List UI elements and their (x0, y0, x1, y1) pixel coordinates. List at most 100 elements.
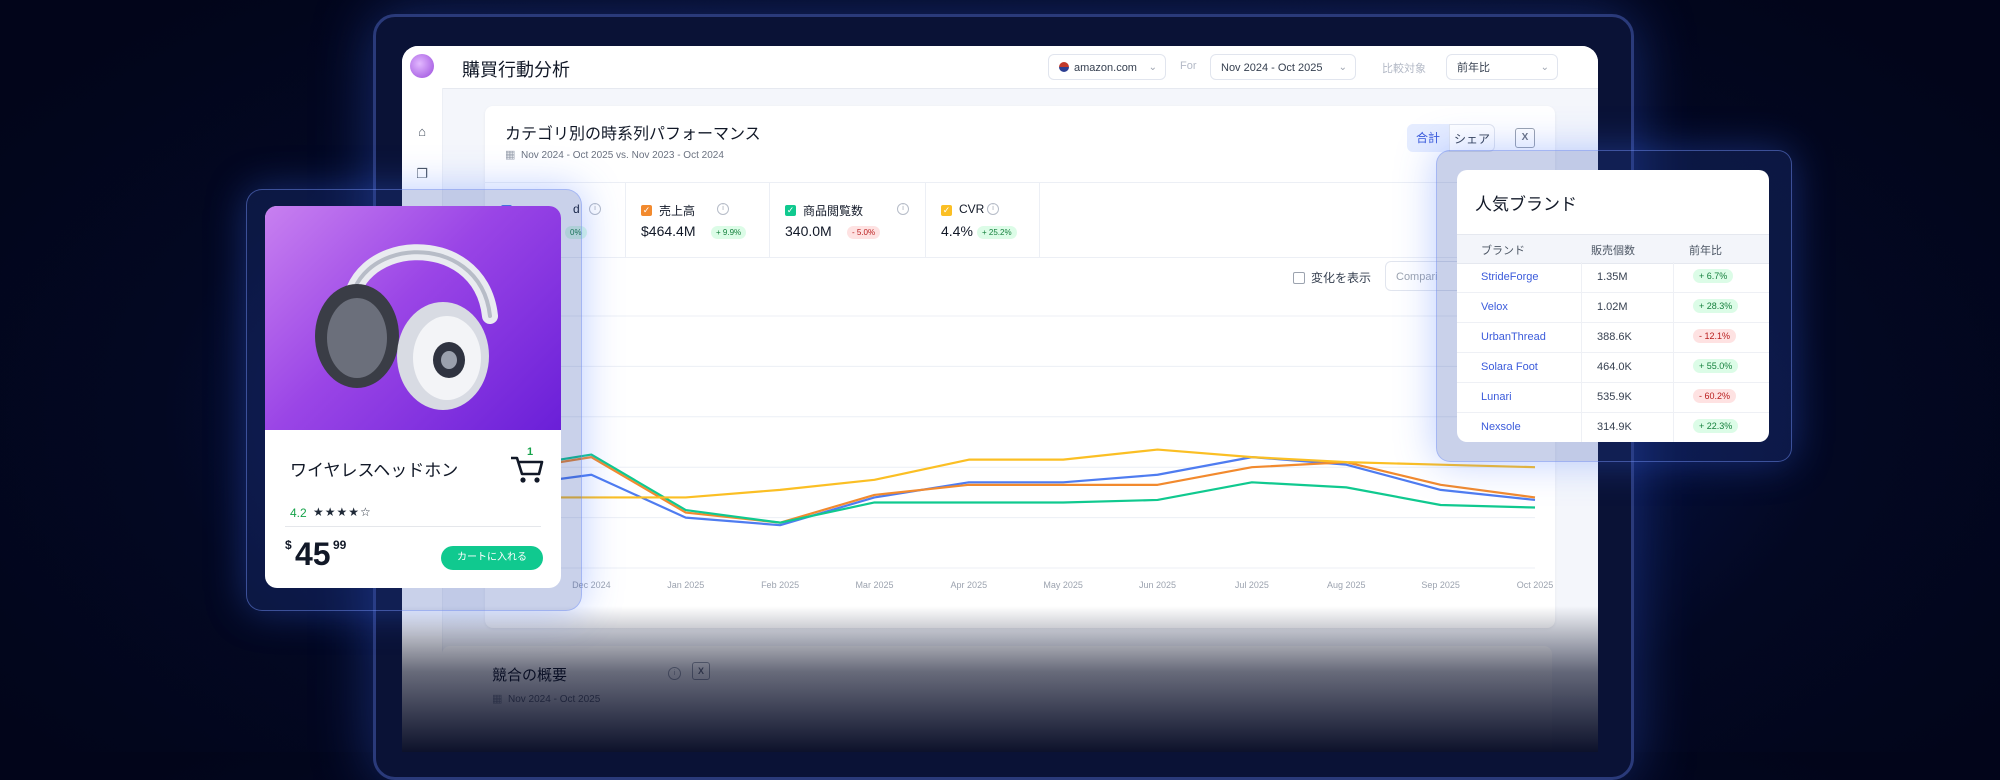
chevron-down-icon: ⌄ (1148, 62, 1157, 73)
column-header[interactable]: ブランド (1481, 242, 1525, 258)
table-row[interactable]: Velox 1.02M + 28.3% (1457, 292, 1769, 323)
brand-units: 535.9K (1597, 391, 1632, 403)
column-divider (1673, 322, 1674, 352)
home-icon[interactable]: ⌂ (412, 122, 432, 142)
metric-cvr[interactable]: ✓ CVR i 4.4% + 25.2% (925, 183, 1040, 257)
column-divider (1673, 352, 1674, 382)
compare-select[interactable]: 前年比 ⌄ (1446, 54, 1558, 80)
checkbox-checked-icon[interactable]: ✓ (941, 205, 952, 216)
brand-units: 1.35M (1597, 271, 1628, 283)
brand-name[interactable]: Solara Foot (1481, 361, 1538, 373)
table-row[interactable]: StrideForge 1.35M + 6.7% (1457, 262, 1769, 293)
column-divider (1581, 322, 1582, 352)
column-divider (1581, 352, 1582, 382)
timeseries-title: カテゴリ別の時系列パフォーマンス (505, 126, 761, 143)
date-range-value: Nov 2024 - Oct 2025 (1221, 62, 1323, 74)
series-line-2[interactable] (496, 453, 1536, 524)
date-range-select[interactable]: Nov 2024 - Oct 2025 ⌄ (1210, 54, 1356, 80)
timeseries-chart: Dec 2024 Jan 2025 Feb 2025 Mar 2025 Apr 2025… (496, 315, 1554, 590)
yoy-badge: + 55.0% (1693, 359, 1739, 373)
brand-panel-title: 人気ブランド (1475, 195, 1577, 214)
x-tick-label: Sep 2025 (1421, 580, 1460, 590)
excel-icon[interactable]: X (1515, 128, 1535, 148)
column-header[interactable]: 販売個数 (1591, 242, 1635, 258)
x-tick-label: May 2025 (1043, 580, 1083, 590)
column-header[interactable]: 前年比 (1689, 242, 1722, 258)
chevron-down-icon: ⌄ (1540, 62, 1549, 73)
brand-units: 388.6K (1597, 331, 1632, 343)
brand-units: 314.9K (1597, 421, 1632, 433)
excel-icon[interactable]: X (692, 662, 710, 680)
calendar-icon: ▦ (505, 149, 516, 161)
x-tick-label: Jul 2025 (1235, 580, 1269, 590)
competition-title: 競合の概要 (492, 667, 568, 684)
cart-count-badge: 1 (527, 446, 534, 458)
product-image (265, 206, 561, 430)
column-divider (1581, 412, 1582, 442)
x-tick-label: Apr 2025 (951, 580, 988, 590)
info-icon[interactable]: i (987, 203, 999, 215)
metric-sales[interactable]: ✓ 売上高 i $464.4M + 9.9% (625, 183, 770, 257)
table-row[interactable]: Lunari 535.9K - 60.2% (1457, 382, 1769, 413)
brand-name[interactable]: StrideForge (1481, 271, 1538, 283)
add-to-cart-button[interactable]: カートに入れる (441, 546, 543, 570)
chevron-down-icon: ⌄ (1338, 62, 1347, 73)
brand-name[interactable]: UrbanThread (1481, 331, 1546, 343)
metric-label: CVR (959, 202, 985, 216)
x-tick-label: Mar 2025 (855, 580, 893, 590)
column-divider (1673, 412, 1674, 442)
marketplace-value: amazon.com (1074, 62, 1137, 74)
brand-name[interactable]: Nexsole (1481, 421, 1521, 433)
info-icon[interactable]: i (589, 203, 601, 215)
yoy-badge: + 22.3% (1693, 419, 1739, 433)
metric-change-badge: - 5.0% (847, 226, 881, 239)
metric-label: 商品閲覧数 (803, 204, 864, 218)
checkbox-checked-icon[interactable]: ✓ (641, 205, 652, 216)
column-divider (1673, 262, 1674, 292)
x-tick-label: Feb 2025 (761, 580, 799, 590)
show-change-checkbox[interactable] (1293, 272, 1305, 284)
info-icon[interactable]: i (668, 667, 681, 680)
table-row[interactable]: UrbanThread 388.6K - 12.1% (1457, 322, 1769, 353)
compare-label: 比較対象 (1382, 63, 1426, 75)
compare-value: 前年比 (1457, 62, 1490, 74)
toggle-share[interactable]: シェア (1449, 124, 1495, 152)
price-main: 45 (295, 536, 331, 572)
table-row[interactable]: Nexsole 314.9K + 22.3% (1457, 412, 1769, 442)
price-cents: 99 (333, 538, 347, 552)
info-icon[interactable]: i (717, 203, 729, 215)
top-bar: 購買行動分析 amazon.com ⌄ For Nov 2024 - Oct 2… (402, 46, 1598, 89)
competition-card: 競合の概要 i X ▦ Nov 2024 - Oct 2025 (442, 646, 1552, 752)
metric-change-badge: + 9.9% (711, 226, 747, 239)
marketplace-select[interactable]: amazon.com ⌄ (1048, 54, 1166, 80)
brand-name[interactable]: Velox (1481, 301, 1508, 313)
for-label: For (1180, 60, 1197, 72)
column-divider (1673, 382, 1674, 412)
table-row[interactable]: Solara Foot 464.0K + 55.0% (1457, 352, 1769, 383)
metric-views[interactable]: ✓ 商品閲覧数 i 340.0M - 5.0% (769, 183, 926, 257)
calendar-icon: ▦ (492, 693, 503, 705)
x-tick-label: Oct 2025 (1517, 580, 1554, 590)
app-logo[interactable] (410, 54, 434, 78)
info-icon[interactable]: i (897, 203, 909, 215)
headphones-icon (315, 244, 498, 410)
column-divider (1581, 262, 1582, 292)
divider (285, 526, 541, 527)
us-flag-icon (1059, 62, 1069, 72)
yoy-badge: + 28.3% (1693, 299, 1739, 313)
column-divider (1581, 292, 1582, 322)
x-tick-label: Aug 2025 (1327, 580, 1366, 590)
timeseries-subtitle: Nov 2024 - Oct 2025 vs. Nov 2023 - Oct 2… (521, 150, 724, 161)
competition-subtitle: Nov 2024 - Oct 2025 (508, 694, 601, 705)
checkbox-checked-icon[interactable]: ✓ (785, 205, 796, 216)
toggle-total[interactable]: 合計 (1407, 124, 1449, 152)
documents-icon[interactable]: ❐ (412, 164, 432, 184)
metric-change-badge: + 25.2% (977, 226, 1017, 239)
column-divider (1581, 382, 1582, 412)
brand-name[interactable]: Lunari (1481, 391, 1512, 403)
star-rating-icon: ★★★★☆ (313, 505, 372, 519)
product-card[interactable]: ワイヤレスヘッドホン 1 4.2 ★★★★☆ $ 45 99 カートに入れる (265, 206, 561, 588)
metric-label: 売上高 (659, 204, 696, 218)
brand-units: 1.02M (1597, 301, 1628, 313)
brand-panel: 人気ブランド ブランド 販売個数 前年比 StrideForge 1.35M + 6… (1457, 170, 1769, 442)
